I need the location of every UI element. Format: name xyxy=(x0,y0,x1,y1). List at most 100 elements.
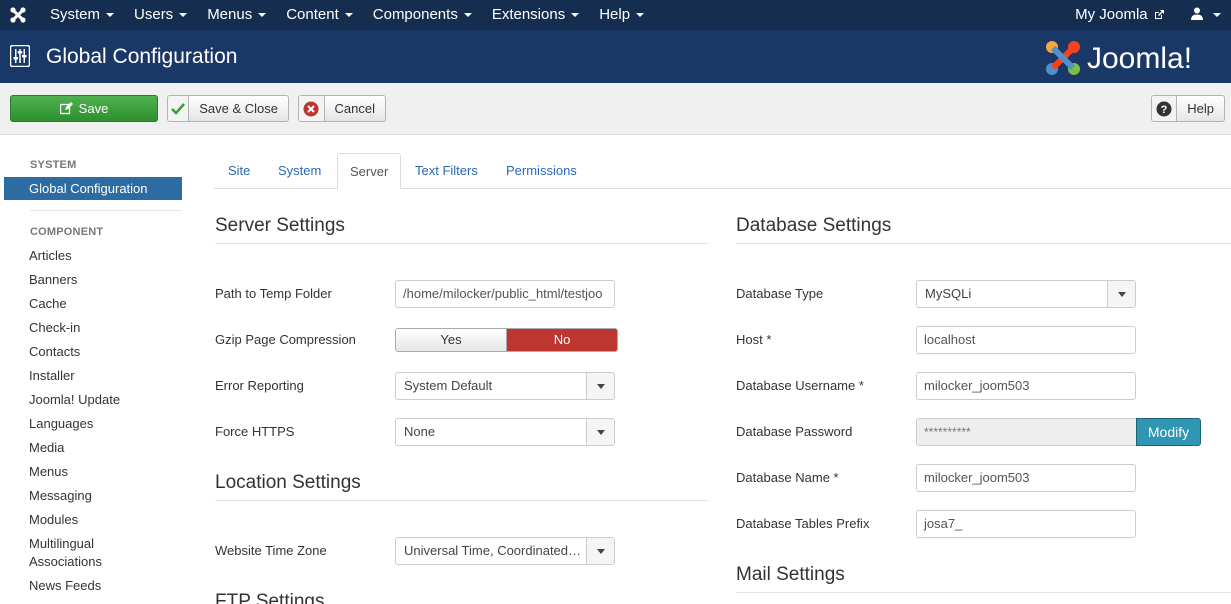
db-host-label: Host * xyxy=(736,332,772,347)
menu-label: Components xyxy=(372,6,458,23)
menu-content[interactable]: Content xyxy=(276,0,363,30)
save-close-button[interactable]: Save & Close xyxy=(167,95,289,122)
sidebar-item-contacts[interactable]: Contacts xyxy=(29,343,80,361)
sidebar-heading-system: SYSTEM xyxy=(30,159,77,171)
my-joomla-link[interactable]: My Joomla xyxy=(1075,0,1177,30)
menu-extensions[interactable]: Extensions xyxy=(482,0,589,30)
db-name-label: Database Name * xyxy=(736,470,839,485)
db-password-label: Database Password xyxy=(736,424,853,439)
error-reporting-value: System Default xyxy=(404,378,493,393)
timezone-label: Website Time Zone xyxy=(215,543,327,558)
save-label: Save xyxy=(78,101,109,116)
caret-down-icon xyxy=(571,13,580,18)
sidebar-item-installer[interactable]: Installer xyxy=(29,367,75,385)
menu-help[interactable]: Help xyxy=(589,0,654,30)
sidebar-item-banners[interactable]: Banners xyxy=(29,271,77,289)
save-button[interactable]: Save xyxy=(10,95,158,122)
timezone-select[interactable]: Universal Time, Coordinated (UTC) xyxy=(395,537,615,565)
sidebar-item-languages[interactable]: Languages xyxy=(29,415,93,433)
chevron-down-icon xyxy=(1107,281,1135,307)
sidebar-item-joomla-update[interactable]: Joomla! Update xyxy=(29,391,120,409)
menu-system[interactable]: System xyxy=(40,0,124,30)
db-username-label: Database Username * xyxy=(736,378,864,393)
sidebar-item-associations[interactable]: Associations xyxy=(29,553,102,571)
help-button[interactable]: ? Help xyxy=(1151,95,1225,122)
temp-folder-input[interactable]: /home/milocker/public_html/testjoo xyxy=(395,280,615,308)
sidebar-item-cache[interactable]: Cache xyxy=(29,295,67,313)
save-close-label: Save & Close xyxy=(199,101,278,116)
db-host-input[interactable]: localhost xyxy=(916,326,1136,354)
sidebar-item-messaging[interactable]: Messaging xyxy=(29,487,92,505)
sidebar-divider xyxy=(30,210,182,211)
db-password-input[interactable]: ********** xyxy=(916,418,1137,446)
tab-server[interactable]: Server xyxy=(337,153,402,189)
menu-components[interactable]: Components xyxy=(363,0,482,30)
sidebar-item-modules[interactable]: Modules xyxy=(29,511,78,529)
page-title: Global Configuration xyxy=(46,45,238,68)
toolbar: Save Save & Close Cancel ? Help xyxy=(0,83,1231,135)
menu-label: System xyxy=(50,6,101,23)
server-settings-title: Server Settings xyxy=(215,215,345,236)
section-divider xyxy=(736,243,1231,244)
caret-down-icon xyxy=(1213,13,1221,18)
navbar-right: My Joomla xyxy=(1075,0,1231,30)
caret-down-icon xyxy=(106,13,115,18)
sidebar-heading-component: COMPONENT xyxy=(30,226,104,238)
sidebar-item-global-configuration[interactable]: Global Configuration xyxy=(4,177,182,200)
mail-settings-title: Mail Settings xyxy=(736,564,845,585)
menu-label: Content xyxy=(286,6,339,23)
sidebar-item-news-feeds[interactable]: News Feeds xyxy=(29,577,101,595)
error-reporting-select[interactable]: System Default xyxy=(395,372,615,400)
menu-users[interactable]: Users xyxy=(124,0,197,30)
error-reporting-label: Error Reporting xyxy=(215,378,304,393)
timezone-value: Universal Time, Coordinated (UTC) xyxy=(404,543,582,558)
tab-site[interactable]: Site xyxy=(216,153,262,189)
joomla-brand-logo: Joomla! xyxy=(1046,41,1192,75)
caret-down-icon xyxy=(463,13,472,18)
db-prefix-input[interactable]: josa7_ xyxy=(916,510,1136,538)
sidebar-item-menus[interactable]: Menus xyxy=(29,463,68,481)
db-type-value: MySQLi xyxy=(925,286,972,301)
cancel-label: Cancel xyxy=(334,101,375,116)
tab-permissions[interactable]: Permissions xyxy=(494,153,589,189)
database-settings-title: Database Settings xyxy=(736,215,892,236)
main-menu: System Users Menus Content Components Ex… xyxy=(40,0,654,30)
tab-system[interactable]: System xyxy=(266,153,333,189)
sidebar-item-check-in[interactable]: Check-in xyxy=(29,319,80,337)
menu-label: Users xyxy=(134,6,174,23)
force-https-select[interactable]: None xyxy=(395,418,615,446)
section-divider xyxy=(215,500,709,501)
db-type-select[interactable]: MySQLi xyxy=(916,280,1136,308)
section-divider xyxy=(736,592,1231,593)
ftp-settings-title: FTP Settings xyxy=(215,591,325,604)
caret-down-icon xyxy=(636,13,645,18)
chevron-down-icon xyxy=(586,373,614,399)
check-icon xyxy=(168,96,190,121)
db-name-input[interactable]: milocker_joom503 xyxy=(916,464,1136,492)
joomla-brand-text: Joomla! xyxy=(1087,42,1192,75)
gzip-label: Gzip Page Compression xyxy=(215,332,356,347)
gzip-yes-option[interactable]: Yes xyxy=(396,329,507,351)
tab-text-filters[interactable]: Text Filters xyxy=(403,153,490,189)
edit-icon xyxy=(59,102,73,115)
db-username-input[interactable]: milocker_joom503 xyxy=(916,372,1136,400)
gzip-no-option[interactable]: No xyxy=(507,329,617,351)
force-https-label: Force HTTPS xyxy=(215,424,295,439)
caret-down-icon xyxy=(179,13,188,18)
menu-label: Help xyxy=(599,6,631,23)
caret-down-icon xyxy=(258,13,267,18)
modify-password-button[interactable]: Modify xyxy=(1136,418,1201,446)
force-https-value: None xyxy=(404,424,436,439)
sidebar-item-articles[interactable]: Articles xyxy=(29,247,72,265)
location-settings-title: Location Settings xyxy=(215,472,361,493)
menu-menus[interactable]: Menus xyxy=(197,0,276,30)
external-link-icon xyxy=(1154,10,1164,19)
user-menu[interactable] xyxy=(1177,0,1231,30)
sidebar-item-multilingual[interactable]: Multilingual xyxy=(29,535,94,553)
user-icon xyxy=(1190,7,1203,20)
cancel-button[interactable]: Cancel xyxy=(298,95,386,122)
temp-folder-label: Path to Temp Folder xyxy=(215,286,332,301)
cancel-icon xyxy=(299,96,325,121)
sidebar-item-media[interactable]: Media xyxy=(29,439,64,457)
joomla-logo-icon[interactable] xyxy=(9,6,27,24)
